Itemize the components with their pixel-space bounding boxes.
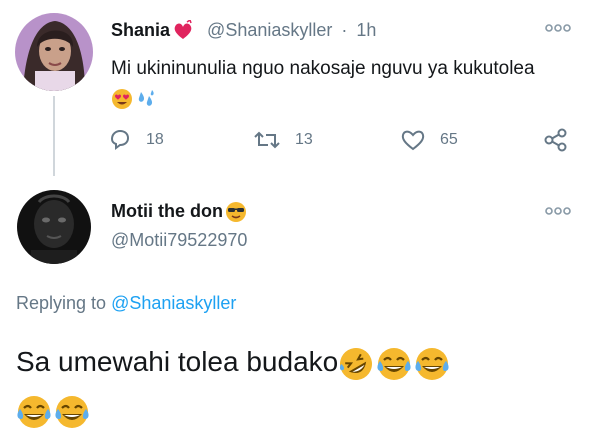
like-count: 65: [440, 131, 458, 148]
retweet-action[interactable]: 13: [253, 128, 313, 152]
share-icon[interactable]: [543, 128, 569, 152]
replying-to: Replying to @Shaniaskyller: [16, 293, 236, 314]
share-action[interactable]: [543, 128, 569, 152]
tweet-actions: 18 13 65: [108, 128, 578, 158]
reply-text-body: Sa umewahi tolea budako: [16, 346, 339, 377]
shania-avatar[interactable]: [15, 13, 93, 91]
sweat-droplets-emoji: [135, 88, 157, 110]
reply-action[interactable]: 18: [108, 128, 164, 152]
heart-eyes-emoji: [111, 88, 133, 110]
heart-ribbon-icon: [172, 20, 194, 42]
reply-count: 18: [146, 131, 164, 148]
reply-text: Sa umewahi tolea budako: [16, 338, 576, 434]
like-action[interactable]: 65: [400, 128, 458, 152]
tweet-text-body: Mi ukininunulia nguo nakosaje nguvu ya k…: [111, 58, 535, 79]
replying-to-link[interactable]: @Shaniaskyller: [111, 293, 236, 313]
thread-line: [53, 96, 55, 176]
joy-emoji: [54, 394, 90, 430]
reply-display-name-text[interactable]: Motii the don: [111, 201, 223, 221]
replying-prefix: Replying to: [16, 293, 107, 313]
more-options-icon[interactable]: [545, 21, 571, 36]
joy-emoji: [16, 394, 52, 430]
original-tweet[interactable]: Shania @Shaniaskyller · 1h Mi ukininunul…: [0, 0, 593, 182]
reply-display-name[interactable]: Motii the don: [111, 201, 249, 223]
rofl-emoji: [338, 346, 374, 382]
separator: ·: [341, 20, 348, 40]
tweet-header: Shania @Shaniaskyller · 1h: [111, 19, 376, 42]
timestamp[interactable]: 1h: [356, 20, 376, 40]
reply-more-options-icon[interactable]: [545, 204, 571, 219]
tweet-text: Mi ukininunulia nguo nakosaje nguvu ya k…: [111, 54, 541, 114]
reply-icon[interactable]: [108, 128, 132, 152]
reply-handle[interactable]: @Motii79522970: [111, 230, 247, 251]
display-name[interactable]: Shania: [111, 20, 170, 40]
retweet-count: 13: [295, 131, 313, 148]
joy-emoji: [414, 346, 450, 382]
motii-avatar[interactable]: [17, 190, 91, 264]
heart-icon[interactable]: [400, 128, 426, 152]
retweet-icon[interactable]: [253, 128, 281, 152]
joy-emoji: [376, 346, 412, 382]
handle[interactable]: @Shaniaskyller: [207, 20, 332, 40]
sunglasses-emoji: [225, 201, 247, 223]
